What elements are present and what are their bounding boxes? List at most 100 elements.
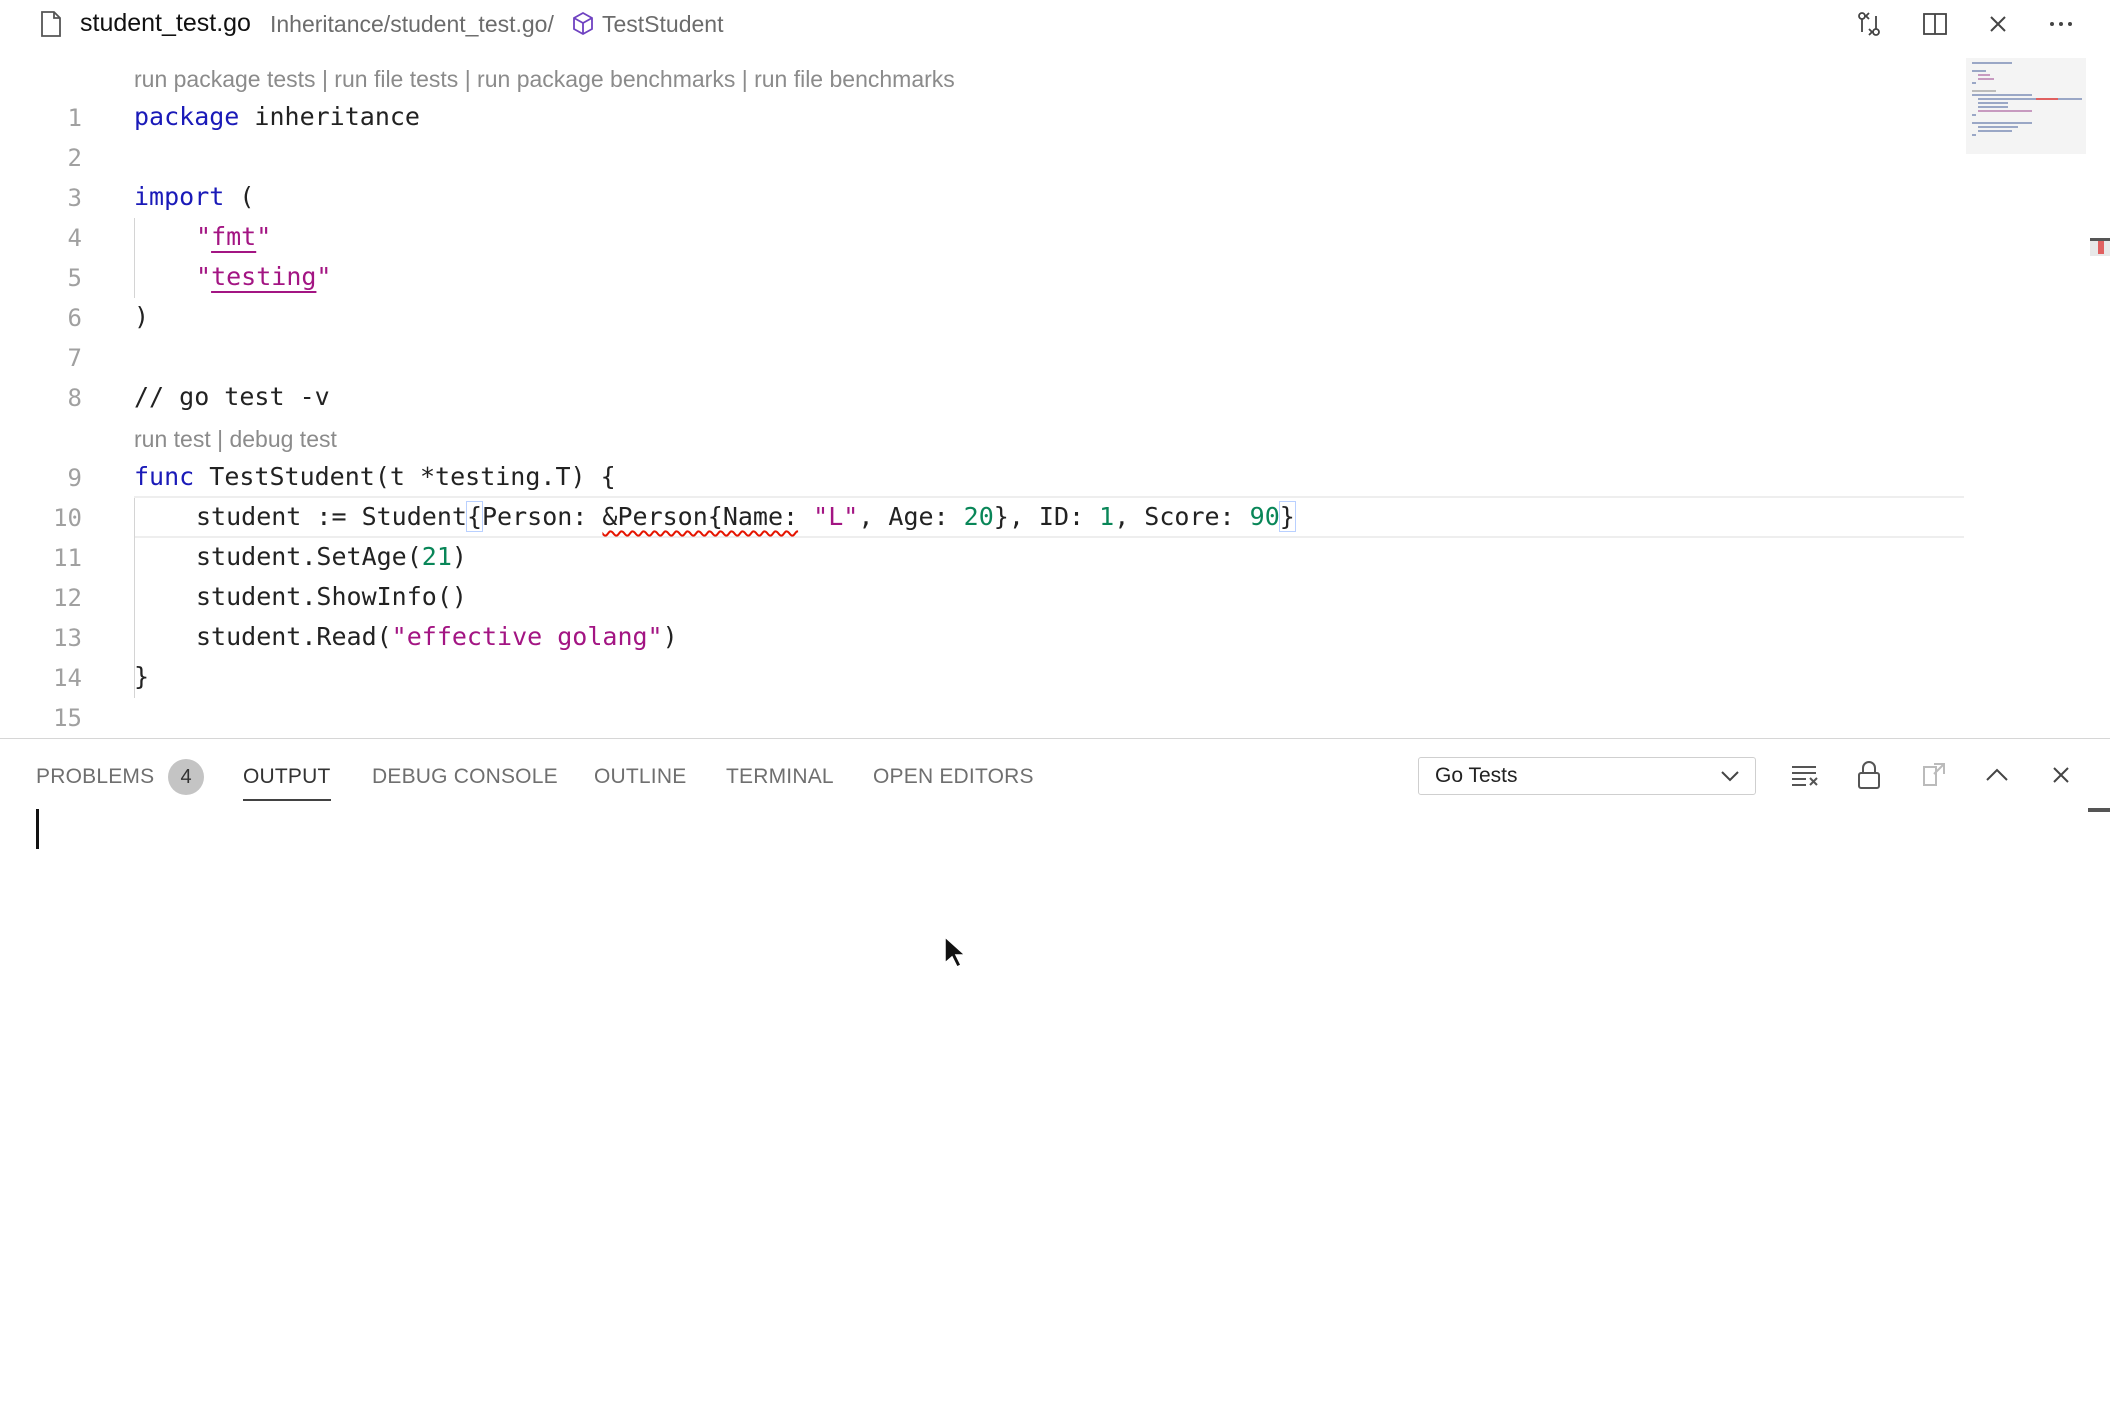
tab-terminal[interactable]: TERMINAL: [726, 765, 834, 789]
output-channel-value: Go Tests: [1435, 764, 1518, 787]
close-panel-button[interactable]: [2044, 757, 2078, 793]
code-line: import (: [134, 182, 254, 211]
line-number: 9: [67, 464, 82, 492]
tab-problems[interactable]: PROBLEMS: [36, 765, 154, 789]
line-number: 11: [53, 544, 82, 572]
split-editor-button[interactable]: [1920, 10, 1950, 38]
breadcrumb-symbol[interactable]: TestStudent: [602, 11, 723, 38]
bottom-panel: PROBLEMS 4 OUTPUT DEBUG CONSOLE OUTLINE …: [0, 738, 2110, 1427]
chevron-up-icon: [1986, 768, 2008, 781]
import-name[interactable]: testing: [211, 262, 316, 291]
line-number: 5: [67, 264, 82, 292]
tab-outline[interactable]: OUTLINE: [594, 765, 686, 789]
code-text: inheritance: [239, 102, 420, 131]
number-literal: 1: [1099, 502, 1115, 531]
minimap-line: [1978, 78, 1994, 80]
line-number: 12: [53, 584, 82, 612]
bracket-match: }: [1278, 501, 1296, 532]
close-editor-button[interactable]: [1983, 10, 2013, 38]
minimap-line: [1972, 70, 1986, 72]
maximize-panel-button[interactable]: [1980, 757, 2014, 793]
line-number: 10: [53, 504, 82, 532]
breadcrumb-path[interactable]: Inheritance/student_test.go/: [270, 11, 554, 38]
close-panel-icon: [2053, 767, 2069, 783]
tab-debug-console[interactable]: DEBUG CONSOLE: [372, 765, 558, 789]
editor-title-bar: student_test.go Inheritance/student_test…: [0, 0, 2110, 48]
error-squiggle[interactable]: &Person{Name:: [602, 502, 798, 531]
code-text: student.Read(: [196, 622, 392, 651]
minimap-line: [1978, 126, 2018, 128]
line-number: 6: [67, 304, 82, 332]
lock-scroll-icon: [1858, 761, 1880, 789]
split-editor-icon: [1923, 13, 1947, 35]
minimap-line: [1972, 122, 2032, 124]
minimap-line: [1978, 106, 2008, 108]
code-text: TestStudent(t *testing.T) {: [194, 462, 616, 491]
code-editor[interactable]: run package tests | run file tests | run…: [0, 48, 2110, 738]
code-text: , Age:: [858, 502, 964, 531]
minimap-line: [1972, 134, 1976, 136]
code-line: func TestStudent(t *testing.T) {: [134, 462, 616, 491]
code-text: Person:: [482, 502, 603, 531]
keyword: package: [134, 102, 240, 131]
minimap-line: [1978, 74, 1990, 76]
line-number: 13: [53, 624, 82, 652]
minimap-line: [1978, 102, 2008, 104]
code-line: }: [134, 662, 150, 691]
open-log-icon: [1923, 763, 1945, 786]
code-text: (: [224, 182, 255, 211]
code-line: package inheritance: [134, 102, 420, 131]
minimap-error: [2036, 98, 2058, 100]
more-actions-icon: [2050, 22, 2072, 26]
overview-cursor-marker: [2090, 238, 2110, 241]
line-number: 1: [67, 104, 82, 132]
line-number: 7: [67, 344, 82, 372]
line-number: 3: [67, 184, 82, 212]
output-channel-select[interactable]: Go Tests: [1418, 757, 1756, 795]
close-icon: [1990, 16, 2006, 32]
minimap-line: [1972, 90, 1996, 92]
open-changes-icon: [1858, 12, 1880, 36]
tab-file-name[interactable]: student_test.go: [80, 9, 251, 38]
line-number: 2: [67, 144, 82, 172]
file-icon: [41, 11, 61, 37]
string-literal: "effective golang": [391, 622, 663, 651]
minimap-line: [1978, 98, 2082, 100]
tab-open-editors[interactable]: OPEN EDITORS: [873, 765, 1034, 789]
minimap-line: [1972, 62, 2012, 64]
minimap-line: [1978, 130, 2012, 132]
line-number: 4: [67, 224, 82, 252]
more-actions-button[interactable]: [2046, 10, 2076, 38]
minimap-line: [1972, 82, 1976, 84]
symbol-method-icon: [573, 11, 593, 36]
string-quote: ": [256, 222, 272, 251]
minimap-line: [1978, 110, 2032, 112]
import-name[interactable]: fmt: [211, 222, 256, 251]
code-line: student.Read("effective golang"): [196, 622, 678, 651]
minimap-line: [1972, 94, 2032, 96]
line-number: 15: [53, 704, 82, 732]
mouse-pointer-icon: [944, 935, 965, 969]
open-log-button[interactable]: [1917, 757, 1951, 793]
minimap[interactable]: [1966, 58, 2086, 154]
output-area[interactable]: [0, 799, 2086, 1419]
chevron-down-icon: [1721, 771, 1739, 782]
code-text: ): [451, 542, 467, 571]
open-changes-button[interactable]: [1854, 10, 1884, 38]
code-text: ): [662, 622, 678, 651]
number-literal: 20: [963, 502, 994, 531]
code-text: }, ID:: [993, 502, 1100, 531]
overview-ruler: [2090, 238, 2110, 256]
tab-output[interactable]: OUTPUT: [243, 765, 331, 801]
problems-count-badge: 4: [168, 759, 204, 795]
lock-scroll-button[interactable]: [1852, 757, 1886, 793]
codelens-test[interactable]: run test | debug test: [134, 426, 337, 453]
codelens-package[interactable]: run package tests | run file tests | run…: [134, 66, 955, 93]
clear-output-icon: [1792, 766, 1818, 786]
line-number: 14: [53, 664, 82, 692]
keyword: func: [134, 462, 195, 491]
code-line: "testing": [196, 262, 331, 291]
number-literal: 21: [421, 542, 452, 571]
clear-output-button[interactable]: [1788, 757, 1822, 793]
